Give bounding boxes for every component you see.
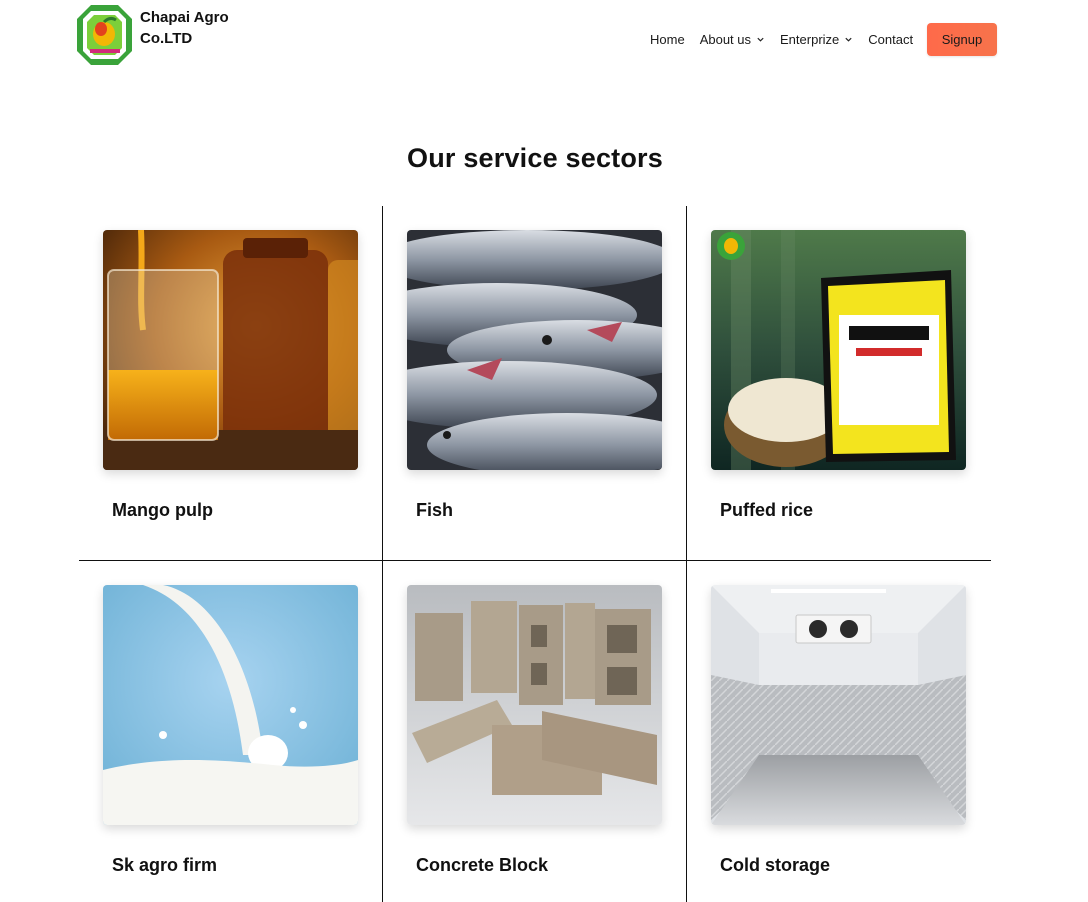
nav-home[interactable]: Home <box>650 32 685 47</box>
sector-card-cold-storage[interactable]: Cold storage <box>711 585 966 875</box>
sector-label: Mango pulp <box>112 500 213 520</box>
sector-card-puffed-rice[interactable]: Puffed rice <box>711 230 966 520</box>
nav-about-us-label: About us <box>699 32 752 47</box>
milk-splash-image <box>103 585 358 825</box>
puffed-rice-image <box>711 230 966 470</box>
nav-enterprize-label: Enterprize <box>780 32 840 47</box>
sector-label: Fish <box>416 500 454 520</box>
brand-line2: Co.LTD <box>140 30 193 47</box>
brand-name[interactable]: Chapai Agro Co.LTD <box>140 7 229 49</box>
sector-card-concrete-block[interactable]: Concrete Block <box>407 585 662 875</box>
sector-card-fish[interactable]: Fish <box>407 230 662 520</box>
nav-enterprize[interactable]: Enterprize <box>780 32 853 47</box>
concrete-block-image <box>407 585 662 825</box>
mango-pulp-image <box>103 230 358 470</box>
fish-image <box>407 230 662 470</box>
page-title: Our service sectors <box>407 143 663 173</box>
sector-label: Concrete Block <box>416 855 549 875</box>
mango-logo-icon[interactable] <box>77 5 132 65</box>
grid-divider <box>382 206 383 902</box>
nav-about-us[interactable]: About us <box>700 32 765 47</box>
sector-card-mango-pulp[interactable]: Mango pulp <box>103 230 358 520</box>
cold-storage-image <box>711 585 966 825</box>
nav-home-label: Home <box>650 32 685 47</box>
signup-button[interactable]: Signup <box>927 23 997 56</box>
sector-label: Sk agro firm <box>112 855 218 875</box>
grid-divider <box>686 206 687 902</box>
sector-label: Puffed rice <box>720 500 814 520</box>
chevron-down-icon <box>845 37 852 42</box>
site-header: Chapai Agro Co.LTD Home About us Enterpr… <box>0 0 1088 80</box>
brand-line1: Chapai Agro <box>140 9 229 26</box>
sector-label: Cold storage <box>720 855 831 875</box>
grid-divider <box>79 560 991 561</box>
main-nav: Home About us Enterprize Contact <box>650 32 928 47</box>
nav-contact-label: Contact <box>868 32 914 47</box>
sector-card-sk-agro-firm[interactable]: Sk agro firm <box>103 585 358 875</box>
chevron-down-icon <box>757 37 764 42</box>
nav-contact[interactable]: Contact <box>868 32 913 47</box>
